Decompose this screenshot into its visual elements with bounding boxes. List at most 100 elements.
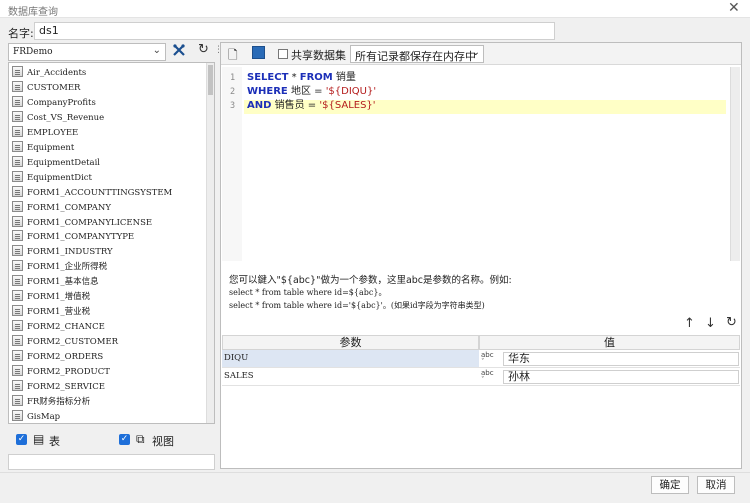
param-row-name[interactable]: DIQU [222,350,479,368]
table-icon [12,290,23,302]
table-list-item-label: FORM1_COMPANYLICENSE [27,217,153,228]
table-list-item[interactable]: GisMap [12,409,61,423]
table-list-scrollbar[interactable] [206,63,214,423]
sql-line-2: WHERE 地区 = '${DIQU}' [247,85,376,98]
move-down-icon[interactable]: ↓ [705,316,716,331]
show-views-label: 视图 [152,435,174,448]
footer-divider [0,472,750,473]
table-list-item-label: EquipmentDict [27,172,92,183]
sql-keyword: FROM [299,72,333,83]
table-list-item[interactable]: FORM2_PRODUCT [12,365,110,379]
string-type-icon[interactable]: abc ˇ [481,352,499,366]
cache-mode-select[interactable]: 所有记录都保存在内存中 ⌄ [350,45,484,63]
table-icon [12,320,23,332]
refresh-params-icon[interactable]: ↻ [726,315,737,330]
connection-settings-icon[interactable] [172,43,186,61]
cancel-button[interactable]: 取消 [697,476,735,494]
line-number: 2 [230,87,236,97]
table-list-item[interactable]: EquipmentDict [12,170,92,185]
table-list-item-label: FORM2_PRODUCT [27,367,110,377]
param-value-input[interactable]: 华东 [503,352,739,366]
table-icon [12,305,23,317]
table-list-item[interactable]: FORM2_ORDERS [12,350,103,364]
table-icon [12,110,23,122]
window-title: 数据库查询 [8,7,58,18]
table-list-item[interactable]: FORM2_SERVICE [12,379,105,394]
table-list-item-label: FORM2_SERVICE [27,381,105,392]
table-list-item-label: FORM1_INDUSTRY [27,247,113,258]
param-hint: 您可以鍵入"${abc}"做为一个参数，这里abc是参数的名称。例如: [229,275,512,286]
param-header-value: 值 [479,335,740,350]
table-list-item[interactable]: Air_Accidents [12,66,86,80]
preview-icon[interactable]: 🗋 [228,46,238,67]
table-list-item[interactable]: FORM1_企业所得税 [12,260,107,274]
table-list-item[interactable]: FORM1_COMPANYTYPE [12,230,134,244]
title-bar [0,0,750,18]
table-list-item-label: EMPLOYEE [27,127,79,138]
chevron-down-icon: ⌄ [152,45,161,56]
table-list-item[interactable]: CompanyProfits [12,95,96,110]
table-icon: ▤ [33,432,45,446]
table-icon [12,80,23,92]
table-list-item[interactable]: FORM1_INDUSTRY [12,245,113,259]
show-views-checkbox[interactable]: ✓ [119,434,130,445]
table-list-item[interactable]: FORM1_COMPANYLICENSE [12,215,153,230]
table-list-item-label: Cost_VS_Revenue [27,112,105,123]
table-list-item[interactable]: FORM2_CHANCE [12,320,105,334]
string-type-icon[interactable]: abc ˇ [481,370,499,384]
param-value-input[interactable]: 孙林 [503,370,739,384]
table-list-item[interactable]: EMPLOYEE [12,125,79,140]
table-list-item[interactable]: EquipmentDetail [12,155,100,170]
sql-text: 销售员 = [271,100,320,111]
sql-line-1: SELECT * FROM 销量 [247,71,356,84]
table-icon [12,155,23,167]
sql-keyword: AND [247,100,272,111]
ok-button[interactable]: 确定 [651,476,689,494]
table-list-item[interactable]: Cost_VS_Revenue [12,110,105,125]
line-number: 3 [230,101,236,111]
table-icon [12,170,23,182]
param-row-value[interactable]: abc ˇ 华东 [479,350,740,368]
table-list-item[interactable]: FORM1_ACCOUNTTINGSYSTEM [12,185,172,200]
dataset-name-input[interactable]: ds1 [34,22,555,40]
cache-mode-value: 所有记录都保存在内存中 [355,50,476,63]
table-list-item[interactable]: FORM1_增值税 [12,290,90,304]
refresh-icon[interactable]: ↻ [198,42,209,57]
table-icon [12,125,23,137]
param-row-value[interactable]: abc ˇ 孙林 [479,368,740,386]
editor-scrollbar[interactable] [730,67,740,261]
table-list-item-label: FORM1_基本信息 [27,277,99,288]
table-icon [12,365,23,376]
sql-keyword: SELECT [247,72,289,83]
show-tables-checkbox[interactable]: ✓ [16,434,27,445]
table-list-item[interactable]: FORM2_CUSTOMER [12,335,118,349]
table-list-item-label: GisMap [27,411,61,422]
table-list[interactable]: Air_Accidents CUSTOMER CompanyProfits Cost_… [8,62,215,424]
sql-line-3: AND 销售员 = '${SALES}' [247,99,376,112]
close-icon[interactable]: ✕ [728,0,740,16]
table-list-item-label: FORM1_增值税 [27,292,91,303]
database-select-value: FRDemo [13,47,53,57]
table-list-item-label: FR财务指标分析 [27,396,91,407]
param-hint-example: select * from table where id=${abc}。 [229,288,387,297]
table-list-item[interactable]: FORM1_营业税 [12,305,90,319]
sql-keyword: WHERE [247,86,288,97]
param-row-name[interactable]: SALES [222,368,479,386]
save-icon[interactable] [252,46,265,59]
table-icon [12,409,23,421]
sql-string: '${DIQU}' [325,86,377,97]
table-icon [12,200,23,212]
table-list-item[interactable]: Equipment [12,140,74,155]
database-select[interactable]: FRDemo ⌄ [8,43,166,61]
table-list-item[interactable]: FR财务指标分析 [12,394,91,409]
table-list-item[interactable]: FORM1_基本信息 [12,275,99,289]
share-dataset-checkbox[interactable] [278,49,288,59]
table-list-item[interactable]: CUSTOMER [12,80,80,95]
table-icon [12,230,23,242]
table-icon [12,185,23,197]
table-search-input[interactable] [8,454,215,470]
move-up-icon[interactable]: ↑ [684,316,695,331]
view-icon: ⧉ [136,432,145,446]
table-list-item[interactable]: FORM1_COMPANY [12,200,111,215]
scrollbar-thumb[interactable] [208,65,213,95]
